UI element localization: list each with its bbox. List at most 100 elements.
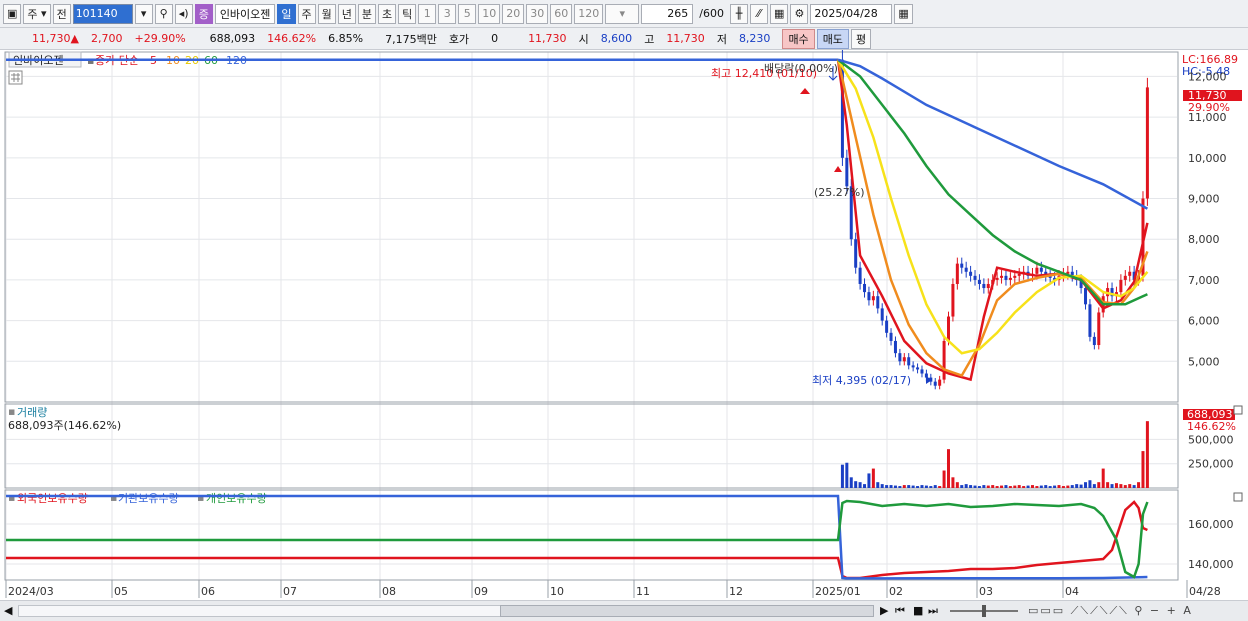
speaker-icon[interactable]: ◂) — [174, 3, 193, 24]
holdings-close-icon[interactable] — [1233, 492, 1243, 502]
holdings-tick-label: 140,000 — [1188, 558, 1234, 571]
search-icon[interactable]: ⚲ — [154, 3, 173, 24]
x-tick-label: 12 — [729, 585, 743, 598]
zoom-slider-handle[interactable] — [982, 605, 986, 617]
volume-ratio: 146.62% — [267, 32, 317, 45]
code-dropdown-icon[interactable]: ▾ — [134, 3, 153, 24]
save-icon[interactable]: ▦ — [770, 3, 789, 24]
volume-bar — [1000, 485, 1004, 488]
scroll-right-icon[interactable]: ▶ — [880, 604, 888, 617]
period-tick[interactable]: 틱 — [398, 3, 417, 24]
amount-value: 7,175백만 — [385, 32, 437, 46]
volume-bar — [1004, 485, 1008, 488]
date-input[interactable]: 2025/04/28 — [810, 3, 893, 24]
prev-button[interactable]: 전 — [52, 3, 71, 24]
price-tick-label: 9,000 — [1188, 193, 1220, 206]
volume-bar — [933, 485, 937, 488]
period-second[interactable]: 초 — [378, 3, 397, 24]
interval-5[interactable]: 5 — [458, 3, 477, 24]
volume-close-icon[interactable] — [1233, 405, 1243, 415]
line-icon[interactable]: ⁄⁄ — [750, 3, 768, 24]
candle-icon[interactable]: ╫ — [730, 3, 748, 24]
x-tick-label: 09 — [474, 585, 488, 598]
bottom-scrollbar[interactable]: ◀ ▶ ⏮ ■ ⏭ ▭▭▭ ⟋⟍⟋⟍⟋⟍ ⚲ − + A — [0, 600, 1248, 621]
volume-tick-label: 250,000 — [1188, 458, 1234, 471]
change-value: 2,700 — [91, 32, 123, 45]
holdings-bullet-1: ▪ — [8, 491, 15, 504]
interval-3[interactable]: 3 — [438, 3, 457, 24]
volume-tick-label: 500,000 — [1188, 433, 1234, 446]
candle-body — [898, 353, 902, 362]
high-value: 11,730 — [666, 32, 705, 45]
volume-value: 688,093 — [209, 32, 256, 45]
open-label: 시 — [578, 32, 589, 46]
x-tick-label: 04/28 — [1189, 585, 1221, 598]
buy-button[interactable]: 매수 — [782, 28, 815, 49]
candle-body — [938, 379, 942, 386]
count-input[interactable]: 265 — [641, 3, 694, 24]
layout-icon[interactable]: ▣ — [3, 3, 22, 24]
sell-button[interactable]: 매도 — [816, 28, 849, 49]
candle-body — [1013, 275, 1017, 278]
volume-bar — [1061, 486, 1065, 488]
volume-bar — [929, 486, 933, 488]
volume-bar — [1141, 451, 1145, 488]
last-pct-text: 29.90% — [1188, 101, 1230, 114]
x-tick-label: 2024/03 — [8, 585, 54, 598]
interval-20[interactable]: 20 — [502, 3, 525, 24]
volume-bar — [977, 486, 981, 488]
volume-bar — [920, 485, 924, 488]
interval-dropdown[interactable]: ▾ — [605, 3, 640, 24]
first-icon[interactable]: ⏮ — [895, 604, 905, 618]
stock-code-input[interactable] — [72, 3, 133, 24]
period-week[interactable]: 주 — [297, 3, 316, 24]
volume-bullet: ▪ — [8, 405, 15, 418]
table-icon[interactable] — [8, 70, 23, 85]
open-value: 8,600 — [600, 32, 633, 45]
avg-button[interactable]: 평 — [850, 28, 872, 49]
interval-10[interactable]: 10 — [478, 3, 501, 24]
volume-bar — [1110, 484, 1114, 488]
candle-body — [964, 267, 968, 272]
volume-bar — [995, 486, 999, 488]
interval-1[interactable]: 1 — [418, 3, 437, 24]
volume-bar — [982, 485, 986, 488]
market-select[interactable]: 주 ▾ — [23, 3, 51, 24]
price-tick-label: 8,000 — [1188, 233, 1220, 246]
volume-bar — [1026, 485, 1030, 488]
gear-icon[interactable]: ⚙ — [790, 3, 809, 24]
tool-icons[interactable]: ▭▭▭ ⟋⟍⟋⟍⟋⟍ ⚲ − + A — [1028, 604, 1193, 618]
candle-body — [876, 296, 880, 309]
candle-body — [933, 381, 937, 386]
last-icon[interactable]: ⏭ — [928, 604, 938, 618]
stop-icon[interactable]: ■ — [913, 604, 923, 617]
volume-bar — [849, 477, 853, 488]
scroll-left-icon[interactable]: ◀ — [4, 604, 12, 617]
quote-bar: 11,730▲ 2,700 +29.90% 688,093 146.62% 6.… — [0, 28, 1248, 50]
price-tick-label: 7,000 — [1188, 274, 1220, 287]
scroll-thumb[interactable] — [500, 605, 874, 617]
x-tick-label: 10 — [550, 585, 564, 598]
interval-60[interactable]: 60 — [550, 3, 573, 24]
holdings-bullet-2: ▪ — [110, 491, 117, 504]
holdings-bullet-3: ▪ — [197, 491, 204, 504]
candle-body — [995, 277, 999, 280]
candle-body — [951, 283, 955, 317]
price-tick-label: 12,000 — [1188, 70, 1227, 83]
period-day[interactable]: 일 — [277, 3, 296, 24]
period-month[interactable]: 월 — [317, 3, 336, 24]
candle-body — [854, 239, 858, 268]
volume-bar — [951, 477, 955, 488]
period-minute[interactable]: 분 — [357, 3, 377, 24]
candle-body — [942, 340, 946, 380]
candle-body — [893, 340, 897, 354]
calendar-icon[interactable]: ▦ — [894, 3, 913, 24]
interval-120[interactable]: 120 — [574, 3, 604, 24]
change-pct: +29.90% — [134, 32, 186, 45]
interval-30[interactable]: 30 — [526, 3, 549, 24]
period-year[interactable]: 년 — [337, 3, 356, 24]
volume-bar — [840, 464, 844, 488]
annotation-drop: (25.27%) — [814, 186, 865, 199]
volume-bar — [969, 485, 973, 488]
x-tick-label: 04 — [1065, 585, 1079, 598]
